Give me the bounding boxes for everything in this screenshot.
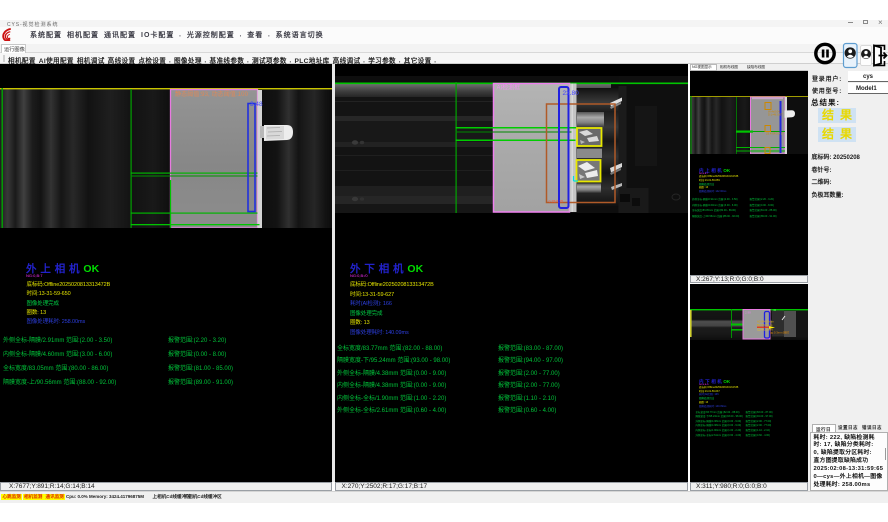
svg-text:D3.A:05.Bq.0.05: D3.A:05.Bq.0.05 (767, 154, 788, 155)
svg-text:qq:0.3mm 耗时: qq:0.3mm 耗时 (770, 330, 789, 334)
svg-text:静态阈值:93, 动态阈值:100: 静态阈值:93, 动态阈值:100 (175, 90, 249, 98)
svg-text:23.80: 23.80 (562, 90, 579, 97)
svg-text:AI检测框: AI检测框 (496, 84, 520, 92)
svg-text:2.98: 2.98 (745, 310, 751, 314)
svg-text:B2:W4.0mm: B2:W4.0mm (757, 322, 773, 326)
svg-text:3.48: 3.48 (250, 101, 263, 108)
svg-text:23.4:0P.3.0 | T: 23.4:0P.3.0 | T (766, 132, 784, 136)
svg-text:D:L=M.0.07: D:L=M.0.07 (768, 113, 783, 117)
svg-text:0.15,0.15: 0.15,0.15 (548, 200, 563, 204)
